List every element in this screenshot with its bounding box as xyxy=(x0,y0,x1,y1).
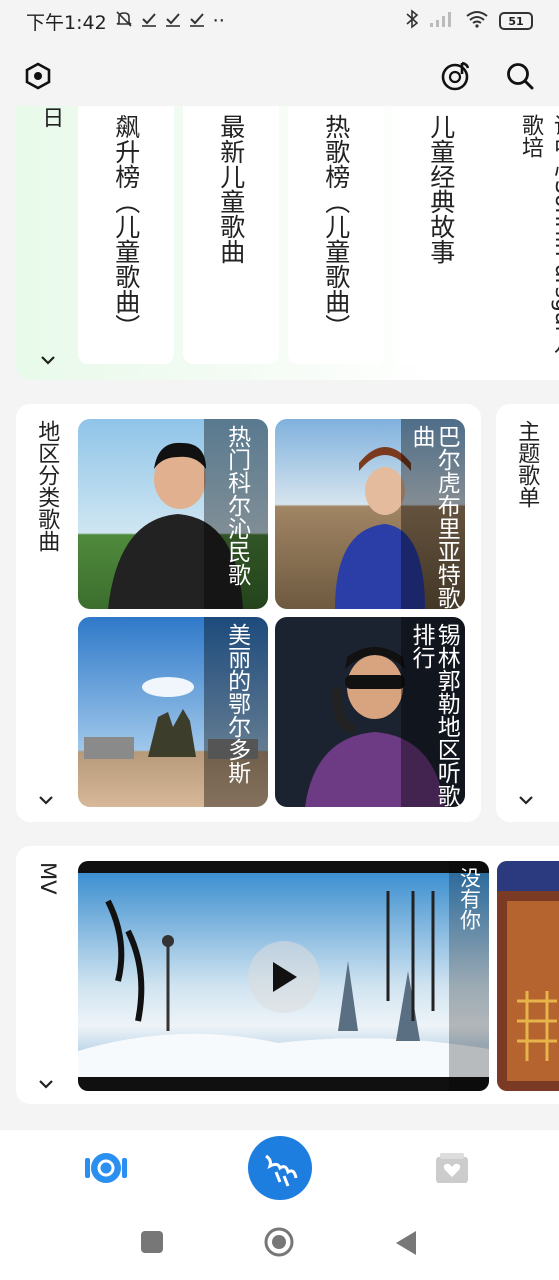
charts-section-label: 日 xyxy=(38,106,64,128)
status-left: 下午1:42 ·· xyxy=(26,8,225,35)
mv-video-caption: 没有你 xyxy=(457,867,482,930)
mongolian-script-logo-icon xyxy=(265,1154,298,1187)
check-icon xyxy=(141,10,157,32)
theme-section-label: 主题歌单 xyxy=(514,420,540,508)
mv-thumbnail xyxy=(497,861,559,1091)
mv-video-card[interactable]: 没有你 xyxy=(78,861,489,1091)
nav-favorites[interactable] xyxy=(432,1150,472,1186)
nav-discover[interactable] xyxy=(82,1148,130,1188)
check-icon xyxy=(189,10,205,32)
chart-list-title: 热歌榜（儿童歌曲） xyxy=(321,114,351,339)
heart-folder-icon xyxy=(436,1153,468,1183)
bottom-nav xyxy=(0,1130,559,1208)
recents-button[interactable] xyxy=(140,1230,164,1258)
chevron-down-icon[interactable] xyxy=(36,1074,58,1096)
more-dots: ·· xyxy=(212,10,225,32)
back-button[interactable] xyxy=(394,1230,418,1260)
triangle-back-icon xyxy=(396,1231,416,1255)
region-tile[interactable]: 锡林郭勒地区听歌排行 xyxy=(275,617,465,807)
chart-list-card[interactable]: 训中心Sonriin ursgal儿歌培 xyxy=(498,106,559,364)
nav-home-logo[interactable] xyxy=(248,1136,312,1200)
status-right: 51 xyxy=(405,9,533,33)
mv-section: MV 没有你 xyxy=(16,846,559,1104)
vinyl-music-icon xyxy=(440,60,472,96)
play-button[interactable] xyxy=(248,941,320,1013)
chart-list-card[interactable]: 热歌榜（儿童歌曲） xyxy=(288,106,384,364)
wifi-icon xyxy=(465,10,489,32)
mute-icon xyxy=(115,10,133,33)
circle-icon xyxy=(264,1227,294,1257)
signal-icon xyxy=(429,10,455,32)
top-bar xyxy=(0,42,559,106)
disc-icon xyxy=(85,1153,127,1183)
region-tile-caption: 巴尔虎布里亚特歌曲 xyxy=(408,425,460,609)
status-bar: 下午1:42 ·· 51 xyxy=(0,0,559,42)
region-tile[interactable]: 美丽的鄂尔多斯 xyxy=(78,617,268,807)
chart-list-title: 儿童经典故事 xyxy=(426,114,456,264)
square-icon xyxy=(141,1231,163,1253)
theme-section[interactable]: 主题歌单 xyxy=(496,404,559,822)
chart-list-card[interactable]: 飙升榜（儿童歌曲） xyxy=(78,106,174,364)
region-tile[interactable]: 巴尔虎布里亚特歌曲 xyxy=(275,419,465,609)
chart-list-title: 最新儿童歌曲 xyxy=(216,114,246,264)
region-tile[interactable]: 热门科尔沁民歌 xyxy=(78,419,268,609)
bluetooth-icon xyxy=(405,9,419,33)
status-time: 下午1:42 xyxy=(26,11,107,34)
region-tile-caption: 美丽的鄂尔多斯 xyxy=(223,623,250,784)
home-button[interactable] xyxy=(264,1227,294,1261)
play-icon xyxy=(273,962,297,992)
mv-section-label: MV xyxy=(36,862,60,895)
system-nav-bar xyxy=(0,1208,559,1280)
check-icon xyxy=(165,10,181,32)
region-section: 地区分类歌曲 热门科尔沁民歌 巴尔虎布里亚特歌曲 美丽的鄂尔多斯 锡林郭勒地区听… xyxy=(16,404,481,822)
music-player-button[interactable] xyxy=(440,60,472,96)
chart-list-card[interactable]: 最新儿童歌曲 xyxy=(183,106,279,364)
region-tile-caption: 热门科尔沁民歌 xyxy=(223,425,250,586)
mv-video-card[interactable] xyxy=(497,861,559,1091)
chart-list-title: 训中心Sonriin ursgal儿歌培 xyxy=(518,114,559,354)
chart-list-card[interactable]: 儿童经典故事 xyxy=(393,106,489,364)
settings-button[interactable] xyxy=(22,62,54,94)
search-button[interactable] xyxy=(504,62,536,94)
chart-list-title: 飙升榜（儿童歌曲） xyxy=(111,114,141,339)
region-tile-caption: 锡林郭勒地区听歌排行 xyxy=(408,623,460,807)
battery-indicator: 51 xyxy=(499,12,533,30)
hexagon-gear-icon xyxy=(24,62,52,94)
chevron-down-icon[interactable] xyxy=(36,790,58,812)
charts-section: 日 飙升榜（儿童歌曲） 最新儿童歌曲 热歌榜（儿童歌曲） 儿童经典故事 训中心S… xyxy=(16,106,559,380)
chevron-down-icon[interactable] xyxy=(516,790,538,812)
search-icon xyxy=(505,61,535,95)
chevron-down-icon[interactable] xyxy=(38,350,58,370)
region-section-label: 地区分类歌曲 xyxy=(34,420,60,552)
